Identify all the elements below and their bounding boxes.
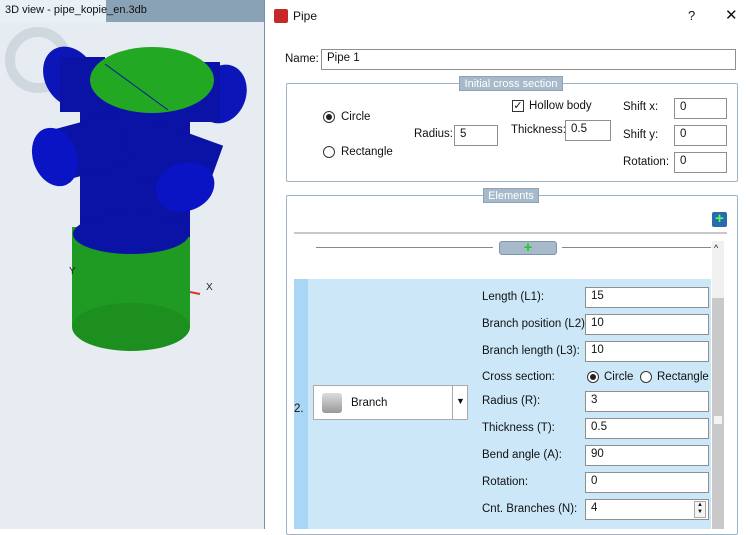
axis-x-label: X xyxy=(206,282,213,293)
field-label: Branch position (L2): xyxy=(482,318,589,330)
field-label: Radius (R): xyxy=(482,395,541,407)
3d-model-viewport[interactable]: X Y xyxy=(0,22,264,529)
chevron-down-icon[interactable]: ▼ xyxy=(456,396,465,406)
elements-legend: Elements xyxy=(483,188,539,203)
branch-icon xyxy=(322,393,342,413)
separator-line xyxy=(562,247,711,248)
3d-view-tab[interactable]: 3D view - pipe_kopie_en.3db xyxy=(0,0,147,22)
spinner-arrows-icon[interactable]: ▲ ▼ xyxy=(694,501,706,518)
thickness-input[interactable]: 0.5 xyxy=(565,120,611,141)
field-input[interactable]: 90 xyxy=(585,445,709,466)
field-label: Length (L1): xyxy=(482,291,545,303)
hollow-body-label: Hollow body xyxy=(529,100,592,112)
field-label: Rotation: xyxy=(482,476,529,488)
pipe-app-icon xyxy=(274,9,288,23)
shift-x-input[interactable]: 0 xyxy=(674,98,727,119)
shift-y-label: Shift y: xyxy=(623,129,659,141)
scroll-up-icon[interactable]: ^ xyxy=(714,243,718,253)
rotation-label: Rotation: xyxy=(623,156,670,168)
field-input[interactable]: 0.5 xyxy=(585,418,709,439)
pipe-top-cap xyxy=(90,47,214,113)
thickness-label: Thickness: xyxy=(511,124,566,136)
field-label: Branch length (L3): xyxy=(482,345,580,357)
close-button[interactable]: ✕ xyxy=(725,6,738,24)
axis-y-label: Y xyxy=(69,266,76,277)
add-element-icon[interactable]: + xyxy=(712,211,727,227)
scrollbar-thumb[interactable] xyxy=(712,298,724,529)
pipe-dialog: Pipe ? ✕ Name: Pipe 1 Initial cross sect… xyxy=(264,0,750,535)
cross-circle-radio[interactable] xyxy=(587,371,599,383)
field-input[interactable]: 3 xyxy=(585,391,709,412)
insert-element-button[interactable]: + xyxy=(499,240,557,255)
cross-circle-label: Circle xyxy=(604,371,634,383)
initial-cross-section-legend: Initial cross section xyxy=(459,76,563,91)
radius-label: Radius: xyxy=(414,128,453,140)
cross-rectangle-label: Rectangle xyxy=(657,371,709,383)
combo-divider xyxy=(452,386,453,419)
rectangle-radio[interactable] xyxy=(323,146,335,158)
cnt-branches-spinner[interactable]: 4 xyxy=(585,499,709,520)
divider xyxy=(294,232,727,234)
element-index: 2. xyxy=(294,403,304,415)
scrollbar-grip xyxy=(714,416,722,424)
field-label: Bend angle (A): xyxy=(482,449,562,461)
element-type-label: Branch xyxy=(351,397,388,409)
shift-y-input[interactable]: 0 xyxy=(674,125,727,146)
circle-radio[interactable] xyxy=(323,111,335,123)
name-label: Name: xyxy=(285,53,319,65)
rotation-input[interactable]: 0 xyxy=(674,152,727,173)
radius-input[interactable]: 5 xyxy=(454,125,498,146)
cross-section-label: Cross section: xyxy=(482,371,555,383)
cross-rectangle-radio[interactable] xyxy=(640,371,652,383)
3d-view-panel[interactable]: X Y xyxy=(0,0,264,529)
rectangle-label: Rectangle xyxy=(341,146,393,158)
shift-x-label: Shift x: xyxy=(623,101,659,113)
field-input[interactable]: 10 xyxy=(585,314,709,335)
element-type-combobox[interactable]: Branch ▼ xyxy=(313,385,468,420)
separator-line xyxy=(316,247,493,248)
field-input[interactable]: 10 xyxy=(585,341,709,362)
field-label: Thickness (T): xyxy=(482,422,555,434)
field-label: Cnt. Branches (N): xyxy=(482,503,578,515)
hollow-body-checkbox[interactable]: ✓ xyxy=(512,100,524,112)
name-input[interactable]: Pipe 1 xyxy=(321,49,736,70)
field-input[interactable]: 15 xyxy=(585,287,709,308)
circle-label: Circle xyxy=(341,111,371,123)
field-input[interactable]: 0 xyxy=(585,472,709,493)
scrollbar[interactable]: ^ xyxy=(712,241,724,529)
help-button[interactable]: ? xyxy=(688,8,695,23)
dialog-title: Pipe xyxy=(293,9,318,23)
